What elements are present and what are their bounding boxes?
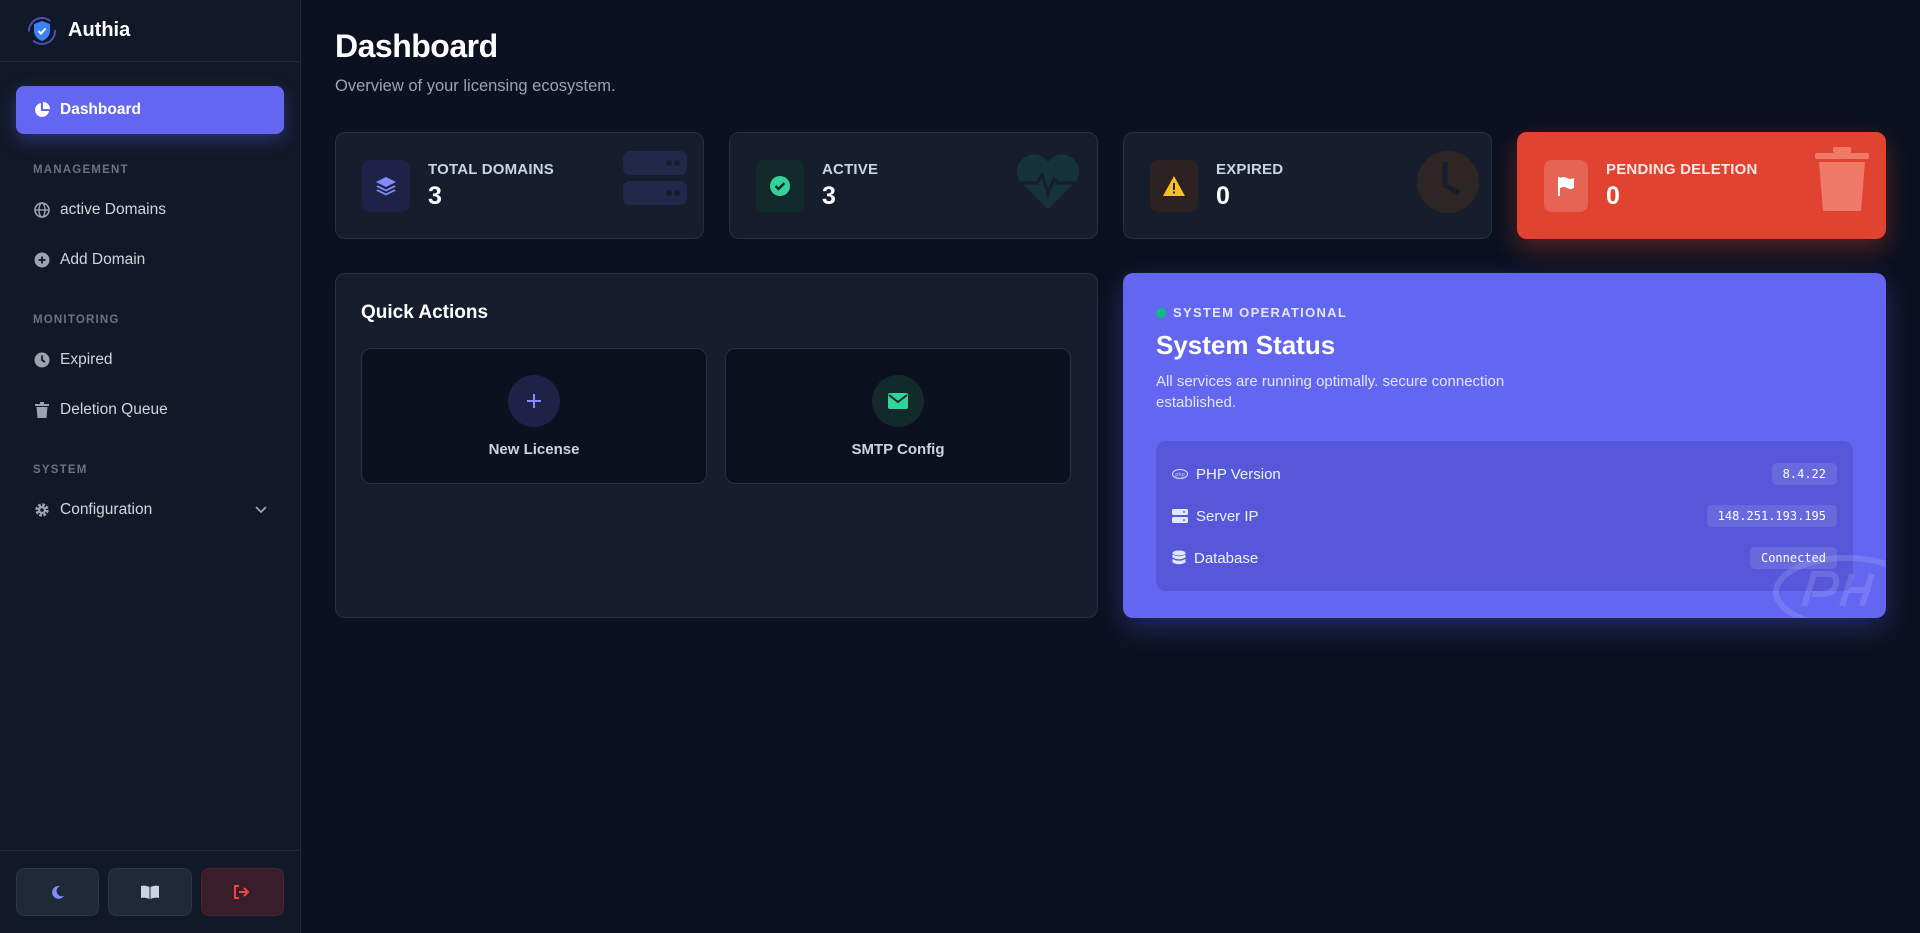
clock-icon [33, 352, 50, 369]
globe-icon [33, 202, 50, 219]
stat-card-pending-deletion[interactable]: PENDING DELETION 0 [1517, 132, 1886, 239]
status-row-value: 8.4.22 [1771, 463, 1837, 485]
sidebar-footer [0, 850, 300, 933]
sidebar-item-label: Deletion Queue [60, 401, 168, 418]
stat-value: 3 [822, 181, 836, 210]
layers-icon [362, 159, 410, 212]
quick-actions-title: Quick Actions [361, 302, 489, 323]
status-dot [1156, 307, 1166, 318]
status-row-label: Database [1194, 549, 1259, 567]
sidebar-item-label: Expired [60, 351, 113, 368]
sidebar-item-configuration[interactable]: Configuration [16, 486, 284, 534]
sidebar-item-label: Dashboard [60, 101, 141, 118]
server-icon [1172, 509, 1188, 523]
pie-chart-icon [33, 102, 50, 119]
status-row-server-ip: Server IP 148.251.193.195 [1172, 495, 1837, 537]
trash-icon [33, 402, 50, 419]
sidebar-item-active-domains[interactable]: active Domains [16, 186, 284, 234]
flag-icon [1544, 159, 1588, 212]
status-details: php PHP Version 8.4.22 Server IP 148.251… [1156, 441, 1853, 591]
sidebar-item-deletion-queue[interactable]: Deletion Queue [16, 386, 284, 434]
database-icon [1172, 550, 1186, 565]
section-management: MANAGEMENT [33, 164, 129, 176]
page-title: Dashboard [335, 28, 498, 64]
book-open-icon [140, 885, 159, 899]
section-monitoring: MONITORING [33, 314, 120, 326]
shield-logo-icon [28, 16, 56, 45]
stat-value: 3 [428, 181, 442, 210]
stat-card-active[interactable]: ACTIVE 3 [729, 132, 1098, 239]
sidebar-item-label: Configuration [60, 501, 153, 518]
gear-icon [33, 502, 50, 519]
quick-actions-card: Quick Actions New License SMTP Config [335, 273, 1098, 618]
smtp-config-button[interactable]: SMTP Config [725, 348, 1071, 484]
sidebar-item-add-domain[interactable]: Add Domain [16, 236, 284, 284]
brand[interactable]: Authia [0, 0, 300, 62]
status-row-label: PHP Version [1196, 465, 1281, 483]
stat-value: 0 [1606, 181, 1620, 210]
sidebar-item-label: Add Domain [60, 251, 146, 268]
clock-icon [1417, 151, 1479, 213]
theme-toggle-button[interactable] [16, 868, 100, 916]
status-row-php: php PHP Version 8.4.22 [1172, 453, 1837, 495]
stat-card-total-domains[interactable]: TOTAL DOMAINS 3 [335, 132, 704, 239]
stat-label: TOTAL DOMAINS [428, 160, 554, 178]
section-system: SYSTEM [33, 464, 88, 476]
app-root: Authia Dashboard MANAGEMENT active Domai… [0, 0, 1920, 933]
docs-button[interactable] [108, 868, 192, 916]
status-operational-label: SYSTEM OPERATIONAL [1173, 305, 1348, 320]
svg-text:php: php [1175, 472, 1185, 478]
system-status-card: SYSTEM OPERATIONAL System Status All ser… [1123, 273, 1886, 618]
sidebar-nav: Dashboard MANAGEMENT active Domains Add … [0, 62, 300, 850]
status-title: System Status [1156, 330, 1336, 360]
envelope-icon [872, 374, 924, 427]
sidebar-item-label: active Domains [60, 201, 166, 218]
stat-label: ACTIVE [822, 160, 879, 178]
trash-icon [1815, 147, 1869, 211]
plus-circle-icon [33, 252, 50, 269]
sidebar-item-expired[interactable]: Expired [16, 336, 284, 384]
stats-row: TOTAL DOMAINS 3 ACTIVE 3 EXPIRED 0 PENDI… [335, 132, 1887, 239]
main-content: Dashboard Overview of your licensing eco… [301, 0, 1920, 933]
logout-button[interactable] [200, 868, 284, 916]
sidebar: Authia Dashboard MANAGEMENT active Domai… [0, 0, 301, 933]
new-license-button[interactable]: New License [361, 348, 707, 484]
logout-icon [234, 885, 250, 899]
status-operational: SYSTEM OPERATIONAL [1156, 305, 1853, 320]
warning-icon [1150, 159, 1198, 212]
moon-icon [51, 885, 64, 899]
page-subtitle: Overview of your licensing ecosystem. [335, 77, 616, 95]
plus-icon [508, 374, 560, 427]
status-description: All services are running optimally. secu… [1156, 373, 1505, 411]
sidebar-item-dashboard[interactable]: Dashboard [16, 86, 284, 134]
stat-value: 0 [1216, 181, 1230, 210]
php-watermark-icon [1773, 555, 1886, 618]
smtp-config-label: SMTP Config [851, 440, 945, 458]
check-circle-icon [756, 159, 804, 212]
stat-label: PENDING DELETION [1606, 160, 1758, 178]
content-row: Quick Actions New License SMTP Config SY… [335, 273, 1887, 618]
heart-pulse-icon [1017, 154, 1079, 209]
new-license-label: New License [488, 440, 580, 458]
status-row-value: 148.251.193.195 [1706, 505, 1837, 527]
chevron-down-icon[interactable] [255, 501, 267, 519]
brand-name: Authia [68, 19, 131, 41]
status-row-label: Server IP [1196, 507, 1259, 525]
stat-label: EXPIRED [1216, 160, 1284, 178]
status-row-database: Database Connected [1172, 537, 1837, 579]
php-icon: php [1172, 469, 1188, 479]
stat-card-expired[interactable]: EXPIRED 0 [1123, 132, 1492, 239]
server-icon [623, 151, 687, 205]
